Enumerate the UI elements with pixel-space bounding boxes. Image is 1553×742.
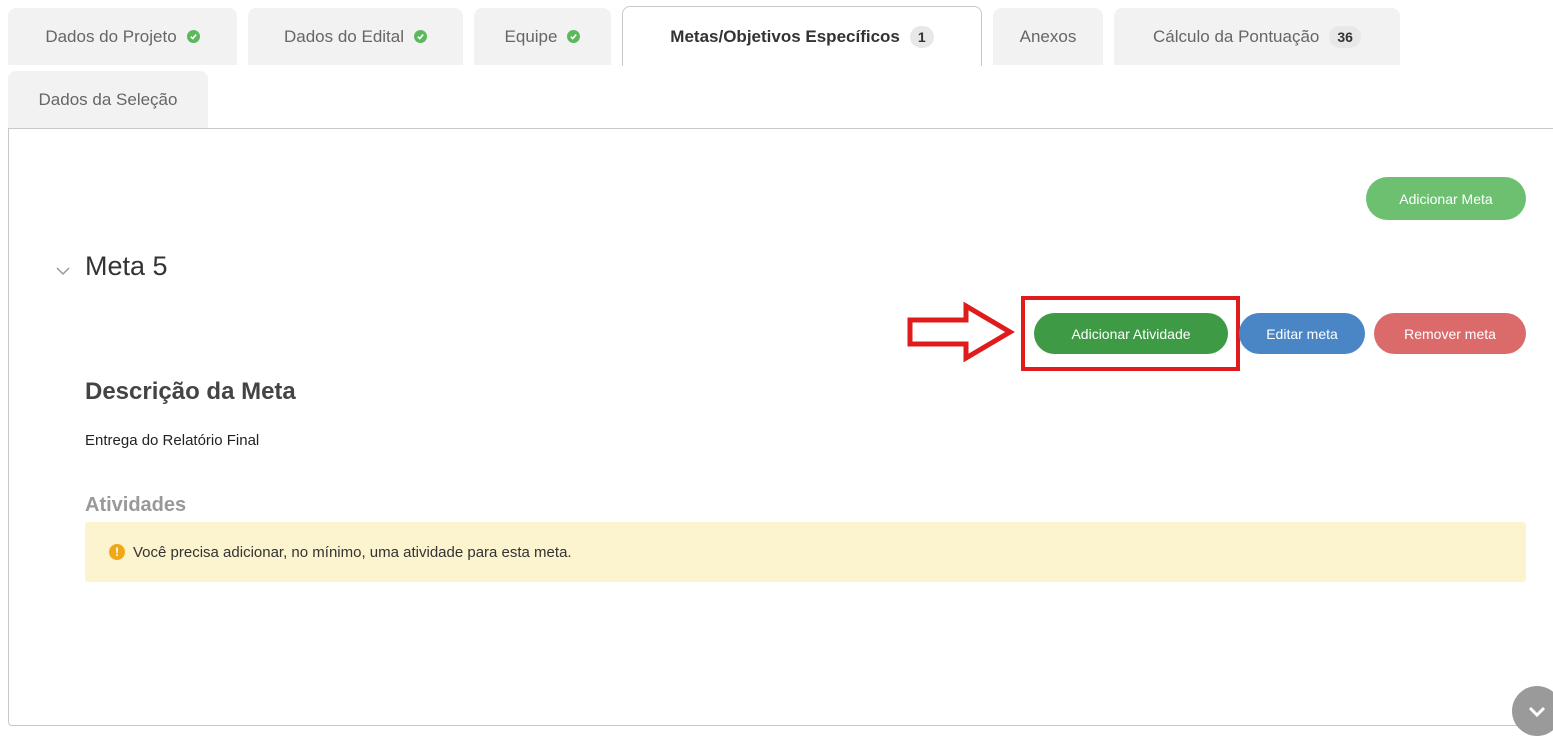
tab-label: Metas/Objetivos Específicos [670,26,900,46]
chevron-down-icon [1528,706,1546,718]
count-badge: 1 [909,25,934,48]
tab-equipe[interactable]: Equipe [474,8,611,65]
tab-dados-da-selecao[interactable]: Dados da Seleção [8,71,208,128]
tab-dados-do-edital[interactable]: Dados do Edital [248,8,463,65]
check-circle-icon [414,30,428,43]
warning-icon: ! [109,544,125,560]
tab-label: Equipe [504,26,558,46]
content-panel [8,128,1553,726]
tab-label: Anexos [1019,26,1077,46]
tab-label: Dados do Projeto [45,26,177,46]
edit-meta-button[interactable]: Editar meta [1239,313,1365,354]
chevron-down-icon[interactable] [54,262,72,280]
score-badge: 36 [1329,25,1361,48]
tab-dados-do-projeto[interactable]: Dados do Projeto [8,8,237,65]
warning-text: Você precisa adicionar, no mínimo, uma a… [133,543,572,561]
description-text: Entrega do Relatório Final [85,432,260,449]
tab-anexos[interactable]: Anexos [993,8,1103,65]
meta-title[interactable]: Meta 5 [85,251,168,282]
scroll-down-button[interactable] [1512,686,1553,736]
tab-label: Dados da Seleção [38,89,178,109]
tab-label: Cálculo da Pontuação [1153,26,1320,46]
check-circle-icon [567,30,581,43]
arrow-right-icon [907,301,1015,363]
tab-calculo-pontuacao[interactable]: Cálculo da Pontuação 36 [1114,8,1400,65]
check-circle-icon [186,30,200,43]
add-meta-button[interactable]: Adicionar Meta [1366,177,1526,220]
tab-metas-objetivos[interactable]: Metas/Objetivos Específicos 1 [622,6,982,66]
tab-label: Dados do Edital [283,26,405,46]
warning-alert: ! Você precisa adicionar, no mínimo, uma… [85,522,1526,582]
add-atividade-button[interactable]: Adicionar Atividade [1034,313,1228,354]
activities-heading: Atividades [85,494,187,516]
remove-meta-button[interactable]: Remover meta [1374,313,1526,354]
description-heading: Descrição da Meta [85,378,296,405]
